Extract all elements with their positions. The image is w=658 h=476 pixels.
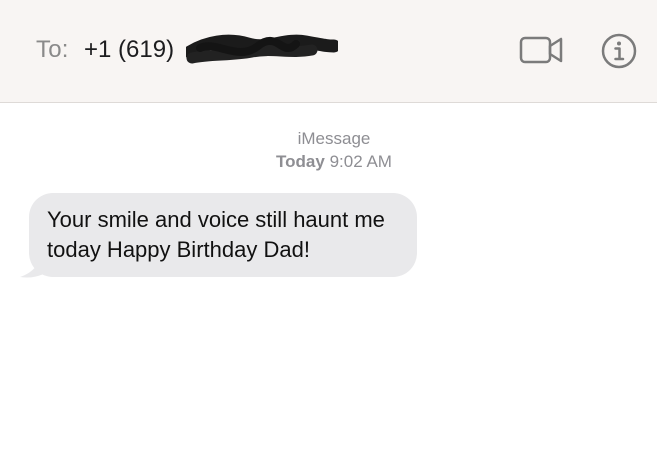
- messages-window: To: +1 (619) iMessage Today 9:02 AM Your…: [0, 0, 658, 476]
- service-label: iMessage: [297, 129, 371, 148]
- message-bubble: Your smile and voice still haunt me toda…: [29, 193, 417, 277]
- timestamp-day: Today: [276, 152, 325, 171]
- redaction-scribble: [186, 34, 338, 64]
- message-timestamp: Today 9:02 AM: [0, 152, 658, 172]
- info-circle-icon: [601, 33, 637, 69]
- to-label: To:: [36, 36, 69, 63]
- message-text: Your smile and voice still haunt me toda…: [47, 207, 385, 262]
- video-call-button[interactable]: [518, 33, 566, 67]
- incoming-message[interactable]: Your smile and voice still haunt me toda…: [18, 193, 420, 279]
- recipient-field[interactable]: +1 (619): [84, 36, 174, 64]
- details-button[interactable]: [600, 32, 638, 70]
- timestamp-time: 9:02 AM: [329, 152, 392, 171]
- video-camera-icon: [519, 36, 563, 64]
- conversation-header: To: +1 (619): [0, 0, 657, 103]
